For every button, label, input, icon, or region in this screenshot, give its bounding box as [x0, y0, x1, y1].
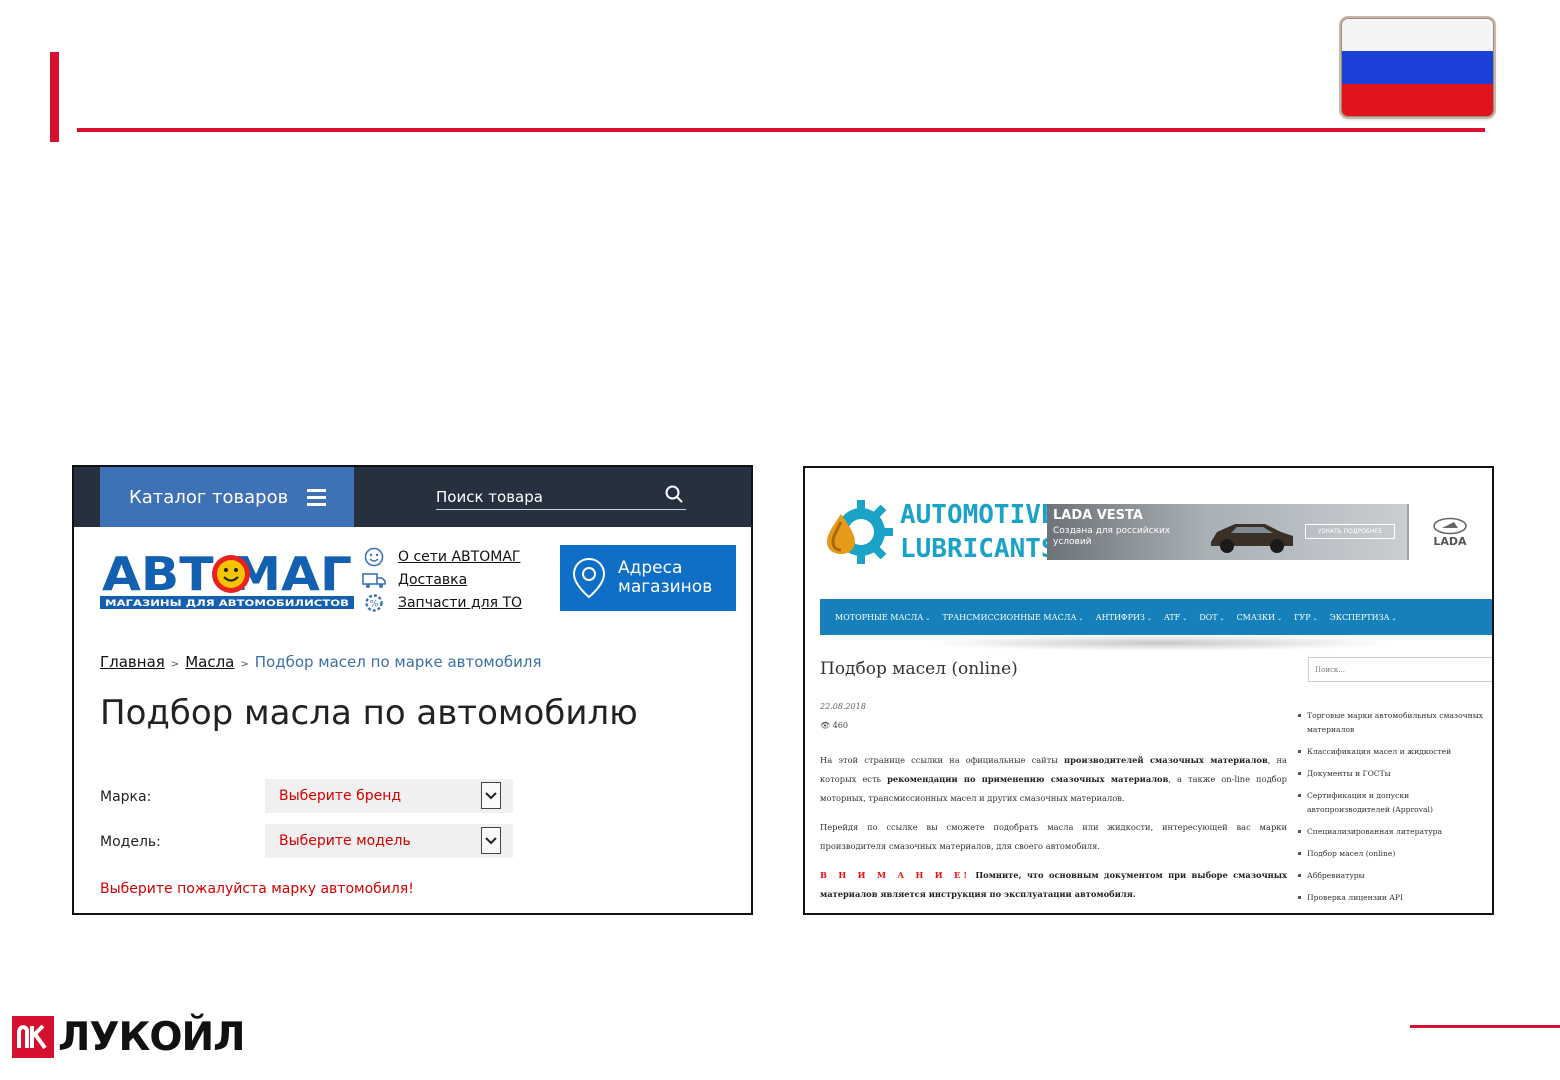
- sidebar-item[interactable]: Сертификация и допуски автопроизводителе…: [1298, 789, 1492, 817]
- sidebar-item[interactable]: Подбор масел (online): [1298, 847, 1492, 861]
- sidebar-item[interactable]: Аббревиатуры: [1298, 869, 1492, 883]
- lada-boat-icon: [1433, 517, 1467, 534]
- ad-more-button[interactable]: УЗНАТЬ ПОДРОБНЕЕ: [1305, 524, 1395, 539]
- nav-dot[interactable]: DOT ⌄: [1199, 613, 1224, 622]
- article-paragraph: На этой странице ссылки на официальные с…: [820, 755, 1287, 803]
- lada-wordmark: LADA: [1433, 534, 1467, 548]
- sidebar-item[interactable]: Документы и ГОСТы: [1298, 767, 1492, 781]
- catalog-label: Каталог товаров: [129, 486, 289, 508]
- breadcrumb-current: Подбор масел по марке автомобиля: [254, 653, 542, 671]
- sidebar-item[interactable]: Проверка лицензии API: [1298, 891, 1492, 905]
- article-date: 22.08.2018: [820, 702, 866, 711]
- article-title: Подбор масел (online): [820, 659, 1018, 679]
- sidebar-item[interactable]: Торговые марки автомобильных смазочных м…: [1298, 709, 1492, 737]
- ad-subtitle: Создана для российских условий: [1053, 526, 1171, 547]
- brand-row: Марка: Выберите бренд: [100, 779, 520, 815]
- nav-shadow: [925, 635, 1395, 651]
- ad-title: LADA VESTA: [1053, 508, 1143, 523]
- avtomag-info-links: О сети АВТОМАГ Доставка % Запчасти для Т…: [361, 545, 522, 614]
- lukoil-mark-icon: [12, 1016, 54, 1058]
- model-select-value: Выберите модель: [279, 833, 411, 849]
- store-addresses-line1: Адреса: [618, 558, 683, 578]
- site-logo-text[interactable]: AUTOMOTIVE LUBRICANTS: [900, 498, 1057, 566]
- map-pin-icon: [560, 557, 618, 599]
- chevron-down-icon[interactable]: [481, 827, 501, 854]
- search-icon[interactable]: [665, 485, 683, 503]
- menu-icon: [307, 489, 326, 506]
- catalog-button[interactable]: Каталог товаров: [100, 467, 354, 527]
- page-title: Подбор масла по автомобилю: [100, 693, 638, 733]
- link-about-label[interactable]: О сети АВТОМАГ: [398, 549, 520, 565]
- breadcrumb-oils[interactable]: Масла: [185, 653, 234, 671]
- brand-select[interactable]: Выберите бренд: [265, 779, 513, 813]
- nav-expertise[interactable]: ЭКСПЕРТИЗА ⌄: [1330, 613, 1397, 622]
- percent-gear-icon: %: [361, 593, 386, 613]
- slide-title-rule: [77, 128, 1485, 132]
- sidebar-item[interactable]: Специализированная литература: [1298, 825, 1492, 839]
- view-count: 👁 460: [820, 721, 848, 730]
- slide-accent-bar: [50, 52, 59, 142]
- link-parts-label[interactable]: Запчасти для ТО: [398, 595, 522, 611]
- logo-line1: AUTOMOTIVE: [900, 500, 1057, 530]
- sidebar-item[interactable]: Классификация масел и жидкостей: [1298, 745, 1492, 759]
- avtomag-logo-tagline: МАГАЗИНЫ ДЛЯ АВТОМОБИЛИСТОВ: [105, 599, 349, 609]
- brand-select-value: Выберите бренд: [279, 788, 402, 804]
- car-image: [1211, 524, 1293, 553]
- nav-atf[interactable]: ATF ⌄: [1164, 613, 1187, 622]
- russia-flag-icon: [1342, 19, 1493, 116]
- svg-text:%: %: [369, 599, 378, 609]
- slide-footer-rule: [1410, 1025, 1560, 1028]
- lukoil-logo: ЛУКОЙЛ: [12, 1014, 246, 1060]
- chevron-down-icon[interactable]: [481, 782, 501, 809]
- nav-motor-oils[interactable]: МОТОРНЫЕ МАСЛА ⌄: [835, 613, 930, 622]
- breadcrumb: Главная > Масла > Подбор масел по марке авто…: [100, 653, 542, 671]
- store-addresses-button[interactable]: Адреса магазинов: [560, 545, 736, 611]
- article-paragraph: Перейдя по ссылке вы сможете подобрать м…: [820, 822, 1287, 851]
- article-warning: В Н И М А Н И Е! Помните, что основным д…: [820, 870, 1288, 899]
- lubricants-screenshot: AUTOMOTIVE LUBRICANTS LADA VESTA Создана…: [803, 466, 1494, 915]
- avtomag-screenshot: Каталог товаров Поиск товара АВТ МАГ МАГ…: [72, 465, 753, 915]
- lada-logo: LADA: [1409, 504, 1491, 560]
- nav-antifreeze[interactable]: АНТИФРИЗ ⌄: [1096, 613, 1152, 622]
- breadcrumb-home[interactable]: Главная: [100, 653, 165, 671]
- validation-warning: Выберите пожалуйста марку автомобиля!: [100, 881, 414, 897]
- link-about[interactable]: О сети АВТОМАГ: [361, 545, 522, 568]
- model-select[interactable]: Выберите модель: [265, 824, 513, 858]
- gear-oil-drop-icon[interactable]: [823, 496, 895, 568]
- logo-line2: LUBRICANTS: [900, 534, 1057, 564]
- model-label: Модель:: [100, 834, 161, 850]
- avtomag-logo[interactable]: АВТ МАГ МАГАЗИНЫ ДЛЯ АВТОМОБИЛИСТОВ: [100, 545, 354, 611]
- brand-label: Марка:: [100, 789, 152, 805]
- search-input[interactable]: Поиск товара: [436, 485, 686, 510]
- article-body: На этой странице ссылки на официальные с…: [820, 751, 1288, 913]
- search-input[interactable]: Поиск...: [1308, 657, 1492, 682]
- link-delivery-label[interactable]: Доставка: [398, 572, 467, 588]
- sidebar-menu: Торговые марки автомобильных смазочных м…: [1298, 709, 1492, 913]
- store-addresses-line2: магазинов: [618, 577, 713, 597]
- nav-power-steering[interactable]: ГУР ⌄: [1294, 613, 1318, 622]
- link-parts[interactable]: % Запчасти для ТО: [361, 591, 522, 614]
- eye-icon: 👁: [820, 721, 831, 730]
- truck-icon: [361, 570, 386, 590]
- nav-transmission-oils[interactable]: ТРАНСМИССИОННЫЕ МАСЛА ⌄: [942, 613, 1083, 622]
- smiley-icon: [361, 547, 386, 567]
- lukoil-wordmark: ЛУКОЙЛ: [58, 1014, 246, 1060]
- nav-greases[interactable]: СМАЗКИ ⌄: [1237, 613, 1283, 622]
- link-delivery[interactable]: Доставка: [361, 568, 522, 591]
- model-row: Модель: Выберите модель: [100, 824, 520, 860]
- advertisement-banner[interactable]: LADA VESTA Создана для российских услови…: [1047, 504, 1491, 560]
- main-navigation: МОТОРНЫЕ МАСЛА ⌄ ТРАНСМИССИОННЫЕ МАСЛА ⌄ А…: [820, 599, 1492, 635]
